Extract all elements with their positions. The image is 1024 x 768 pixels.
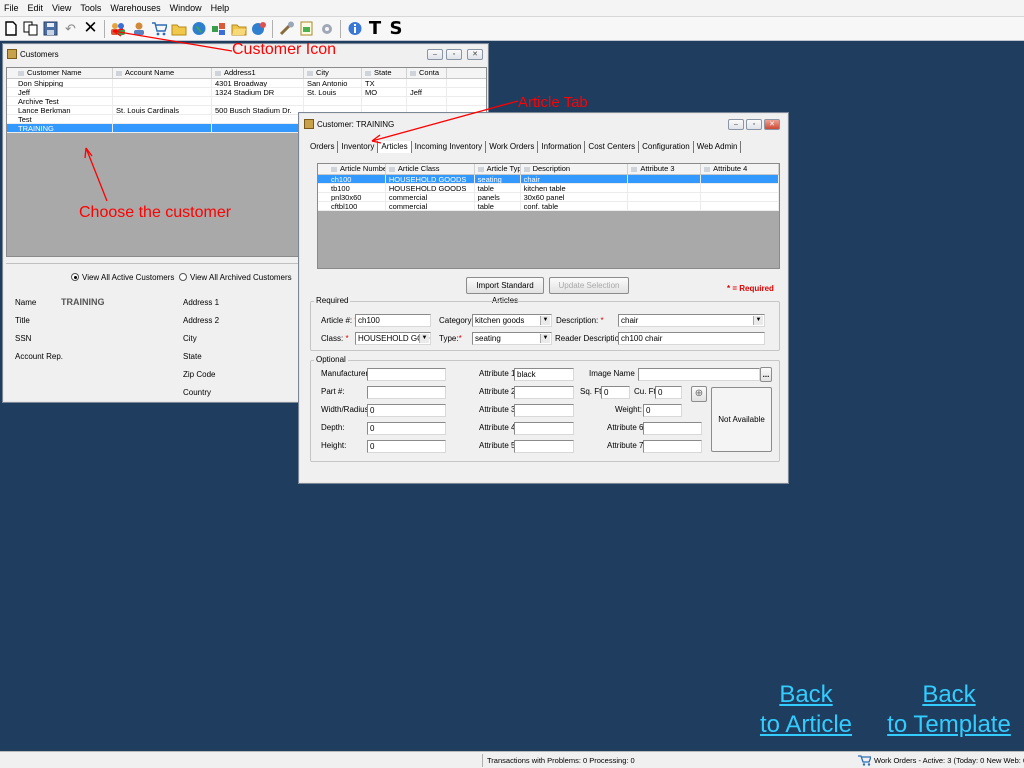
back-to-template-link[interactable]: Back to Template [880,680,1018,740]
back-to-template-line2: to Template [887,711,1011,738]
article-tab-arrow [371,100,519,142]
back-to-article-line1: Back [779,681,833,708]
article-tab-annotation: Article Tab [518,94,588,111]
transactions-status: Transactions with Problems: 0 Processing… [487,756,635,765]
customer-icon-annotation: Customer Icon [232,41,337,58]
back-to-article-link[interactable]: Back to Article [752,680,860,740]
back-to-article-line2: to Article [759,711,853,738]
customer-icon-arrow [112,30,233,52]
status-separator [482,754,483,767]
cart-icon [858,755,872,766]
choose-customer-arrow [85,147,108,202]
back-to-template-line1: Back [922,681,976,708]
work-orders-status: Work Orders - Active: 3 (Today: 0 New We… [874,756,1024,765]
choose-customer-annotation: Choose the customer [79,204,232,221]
status-bar: Transactions with Problems: 0 Processing… [0,751,1024,768]
annotation-arrows [84,28,519,202]
